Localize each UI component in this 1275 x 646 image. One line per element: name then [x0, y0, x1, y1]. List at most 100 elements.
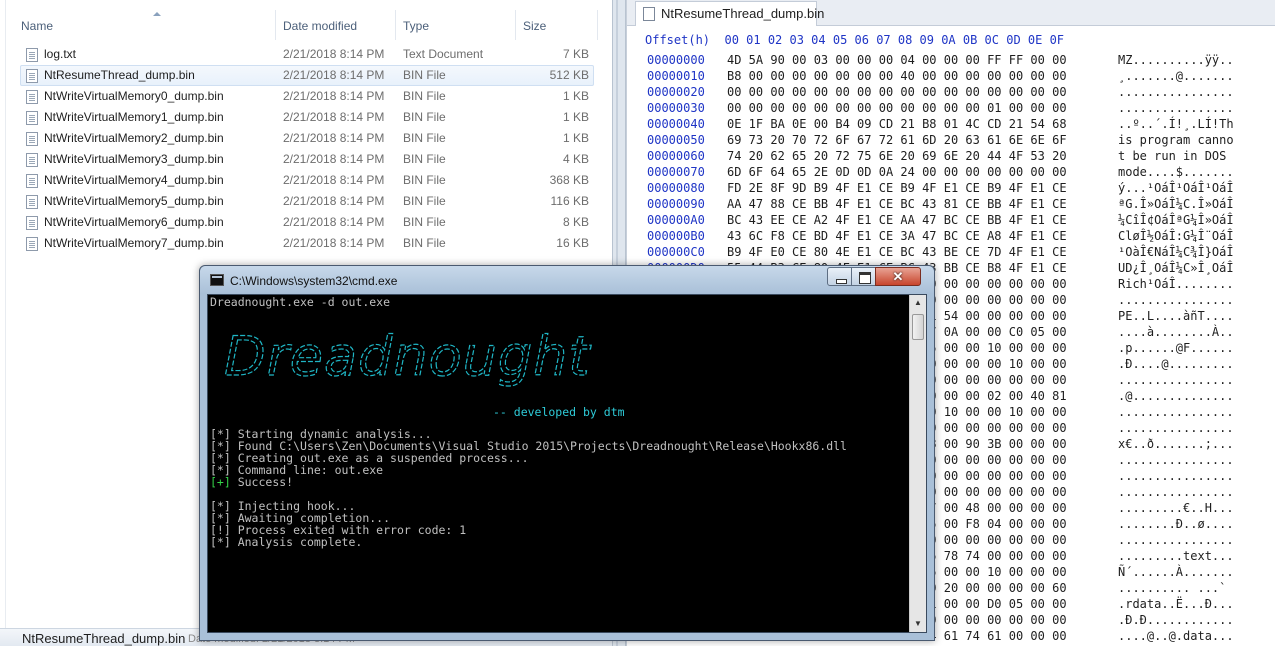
- hex-ascii[interactable]: ¸.......@.......: [1118, 68, 1234, 84]
- hex-ascii[interactable]: ..º..´.Í!¸.LÍ!Th: [1118, 116, 1234, 132]
- hex-bytes[interactable]: 4D 5A 90 00 03 00 00 00 04 00 00 00 FF F…: [727, 52, 1067, 68]
- hex-bytes[interactable]: 00 00 00 00 00 00 00 00 00 00 00 00 00 0…: [727, 84, 1067, 100]
- file-row[interactable]: NtWriteVirtualMemory4_dump.bin 2/21/2018 …: [20, 170, 594, 191]
- column-header-date-label: Date modified: [283, 19, 358, 33]
- hex-row[interactable]: 000000B0 43 6C F8 CE BD 4F E1 CE 3A 47 BC…: [627, 228, 1275, 244]
- hex-row[interactable]: 00000020 00 00 00 00 00 00 00 00 00 00 00…: [627, 84, 1275, 100]
- hex-bytes[interactable]: 00 00 00 00 00 00 00 00 00 00 00 00 01 0…: [727, 100, 1067, 116]
- hex-ascii[interactable]: Ñ´......À.......: [1118, 564, 1234, 580]
- hex-ascii[interactable]: UD¿Î¸OáÎ¼C»Î¸OáÎ: [1118, 260, 1234, 276]
- hex-ascii[interactable]: PE..L....àñT....: [1118, 308, 1234, 324]
- hex-ascii[interactable]: ................: [1118, 484, 1234, 500]
- cmd-title-bar[interactable]: C:\Windows\system32\cmd.exe ✕: [200, 266, 934, 294]
- hex-row[interactable]: 00000080 FD 2E 8F 9D B9 4F E1 CE B9 4F E1…: [627, 180, 1275, 196]
- hex-bytes[interactable]: 6D 6F 64 65 2E 0D 0D 0A 24 00 00 00 00 0…: [727, 164, 1067, 180]
- hex-ascii[interactable]: .p......@F......: [1118, 340, 1234, 356]
- hex-ascii[interactable]: ................: [1118, 372, 1234, 388]
- close-button[interactable]: ✕: [875, 267, 921, 286]
- file-name: NtResumeThread_dump.bin: [44, 68, 195, 82]
- console-output-area[interactable]: Dreadnought.exe -d out.exe Dreadnought -…: [207, 294, 927, 633]
- file-row[interactable]: NtWriteVirtualMemory5_dump.bin 2/21/2018 …: [20, 191, 594, 212]
- hex-bytes[interactable]: B9 4F E0 CE 80 4E E1 CE BC 43 BE CE 7D 4…: [727, 244, 1067, 260]
- file-name: NtWriteVirtualMemory5_dump.bin: [44, 194, 224, 208]
- hex-ascii[interactable]: .Ð.Ð............: [1118, 612, 1234, 628]
- minimize-button[interactable]: [827, 267, 852, 286]
- hex-ascii[interactable]: ................: [1118, 100, 1234, 116]
- hex-ascii[interactable]: x€..ð.......;...: [1118, 436, 1234, 452]
- log-line: [+] Success!: [210, 476, 847, 488]
- file-size: 8 KB: [562, 215, 589, 229]
- hex-row[interactable]: 00000050 69 73 20 70 72 6F 67 72 61 6D 20…: [627, 132, 1275, 148]
- hex-ascii[interactable]: t be run in DOS: [1118, 148, 1234, 164]
- hex-ascii[interactable]: ý...¹OáÎ¹OáÎ¹OáÎ: [1118, 180, 1234, 196]
- console-scrollbar[interactable]: ▲ ▼: [909, 295, 926, 632]
- file-icon: [26, 111, 38, 125]
- hex-row[interactable]: 00000010 B8 00 00 00 00 00 00 00 40 00 00…: [627, 68, 1275, 84]
- hex-ascii[interactable]: ................: [1118, 292, 1234, 308]
- hex-ascii[interactable]: ¼CîÎ¢OáÎªG¼Î»OáÎ: [1118, 212, 1234, 228]
- hex-ascii[interactable]: ................: [1118, 84, 1234, 100]
- hex-ascii[interactable]: ....@..@.data...: [1118, 628, 1234, 644]
- console-icon[interactable]: [210, 274, 224, 286]
- hex-bytes[interactable]: 74 20 62 65 20 72 75 6E 20 69 6E 20 44 4…: [727, 148, 1067, 164]
- hex-ascii[interactable]: ........Ð..ø....: [1118, 516, 1234, 532]
- hex-ascii[interactable]: .......... ...`: [1118, 580, 1226, 596]
- file-name: NtWriteVirtualMemory0_dump.bin: [44, 89, 224, 103]
- column-header-type[interactable]: Type: [396, 10, 516, 40]
- hex-bytes[interactable]: 69 73 20 70 72 6F 67 72 61 6D 20 63 61 6…: [727, 132, 1067, 148]
- hex-ascii[interactable]: ................: [1118, 468, 1234, 484]
- hex-row[interactable]: 00000090 AA 47 88 CE BB 4F E1 CE BC 43 81…: [627, 196, 1275, 212]
- hex-ascii[interactable]: .Ð....@.........: [1118, 356, 1234, 372]
- file-row[interactable]: NtResumeThread_dump.bin 2/21/2018 8:14 PM…: [20, 65, 594, 86]
- file-row[interactable]: NtWriteVirtualMemory6_dump.bin 2/21/2018 …: [20, 212, 594, 233]
- hex-row[interactable]: 00000030 00 00 00 00 00 00 00 00 00 00 00…: [627, 100, 1275, 116]
- hex-ascii[interactable]: is program canno: [1118, 132, 1234, 148]
- hex-bytes[interactable]: 0E 1F BA 0E 00 B4 09 CD 21 B8 01 4C CD 2…: [727, 116, 1067, 132]
- file-row[interactable]: NtWriteVirtualMemory7_dump.bin 2/21/2018 …: [20, 233, 594, 254]
- hex-ascii[interactable]: Rich¹OáÎ........: [1118, 276, 1234, 292]
- file-name: log.txt: [44, 47, 77, 61]
- file-row[interactable]: log.txt 2/21/2018 8:14 PM Text Document 7 K…: [20, 44, 594, 65]
- hex-ascii[interactable]: ................: [1118, 532, 1234, 548]
- developed-by-line: -- developed by dtm: [493, 405, 625, 419]
- hex-row[interactable]: 00000070 6D 6F 64 65 2E 0D 0D 0A 24 00 00…: [627, 164, 1275, 180]
- file-row[interactable]: NtWriteVirtualMemory1_dump.bin 2/21/2018 …: [20, 107, 594, 128]
- file-size: 512 KB: [549, 68, 589, 82]
- hex-ascii[interactable]: ¹OàÎ€NáÎ¼C¾Î}OáÎ: [1118, 244, 1234, 260]
- scroll-down-icon[interactable]: ▼: [910, 616, 926, 632]
- scroll-thumb[interactable]: [912, 314, 924, 340]
- maximize-button[interactable]: [851, 267, 876, 286]
- file-icon: [26, 132, 38, 146]
- hex-ascii[interactable]: .rdata..Ë...Ð...: [1118, 596, 1234, 612]
- hex-row[interactable]: 000000C0 B9 4F E0 CE 80 4E E1 CE BC 43 BE…: [627, 244, 1275, 260]
- hex-ascii[interactable]: ................: [1118, 404, 1234, 420]
- hex-ascii[interactable]: ....à........À..: [1118, 324, 1234, 340]
- hex-ascii[interactable]: CløÎ½OáÎ:G¼Î¨OáÎ: [1118, 228, 1234, 244]
- navigation-pane-edge[interactable]: [0, 0, 6, 646]
- hex-row[interactable]: 00000040 0E 1F BA 0E 00 B4 09 CD 21 B8 01…: [627, 116, 1275, 132]
- hex-bytes[interactable]: BC 43 EE CE A2 4F E1 CE AA 47 BC CE BB 4…: [727, 212, 1067, 228]
- file-row[interactable]: NtWriteVirtualMemory3_dump.bin 2/21/2018 …: [20, 149, 594, 170]
- hex-bytes[interactable]: FD 2E 8F 9D B9 4F E1 CE B9 4F E1 CE B9 4…: [727, 180, 1067, 196]
- scroll-up-icon[interactable]: ▲: [910, 295, 926, 311]
- hex-bytes[interactable]: B8 00 00 00 00 00 00 00 40 00 00 00 00 0…: [727, 68, 1067, 84]
- hex-ascii[interactable]: .@..............: [1118, 388, 1234, 404]
- hex-ascii[interactable]: MZ..........ÿÿ..: [1118, 52, 1234, 68]
- hex-file-tab[interactable]: NtResumeThread_dump.bin: [635, 1, 824, 26]
- hex-ascii[interactable]: .........€..H...: [1118, 500, 1234, 516]
- file-row[interactable]: NtWriteVirtualMemory2_dump.bin 2/21/2018 …: [20, 128, 594, 149]
- hex-bytes[interactable]: AA 47 88 CE BB 4F E1 CE BC 43 81 CE BB 4…: [727, 196, 1067, 212]
- column-header-name[interactable]: Name: [14, 10, 276, 40]
- hex-ascii[interactable]: .........text...: [1118, 548, 1234, 564]
- hex-ascii[interactable]: ªG.Î»OáÎ¼C.Î»OáÎ: [1118, 196, 1234, 212]
- hex-row[interactable]: 00000060 74 20 62 65 20 72 75 6E 20 69 6E…: [627, 148, 1275, 164]
- file-row[interactable]: NtWriteVirtualMemory0_dump.bin 2/21/2018 …: [20, 86, 594, 107]
- hex-ascii[interactable]: ................: [1118, 420, 1234, 436]
- hex-ascii[interactable]: mode....$.......: [1118, 164, 1234, 180]
- column-header-size[interactable]: Size: [516, 10, 598, 40]
- hex-row[interactable]: 00000000 4D 5A 90 00 03 00 00 00 04 00 00…: [627, 52, 1275, 68]
- hex-bytes[interactable]: 43 6C F8 CE BD 4F E1 CE 3A 47 BC CE A8 4…: [727, 228, 1067, 244]
- hex-ascii[interactable]: ................: [1118, 452, 1234, 468]
- column-header-date[interactable]: Date modified: [276, 10, 396, 40]
- hex-row[interactable]: 000000A0 BC 43 EE CE A2 4F E1 CE AA 47 BC…: [627, 212, 1275, 228]
